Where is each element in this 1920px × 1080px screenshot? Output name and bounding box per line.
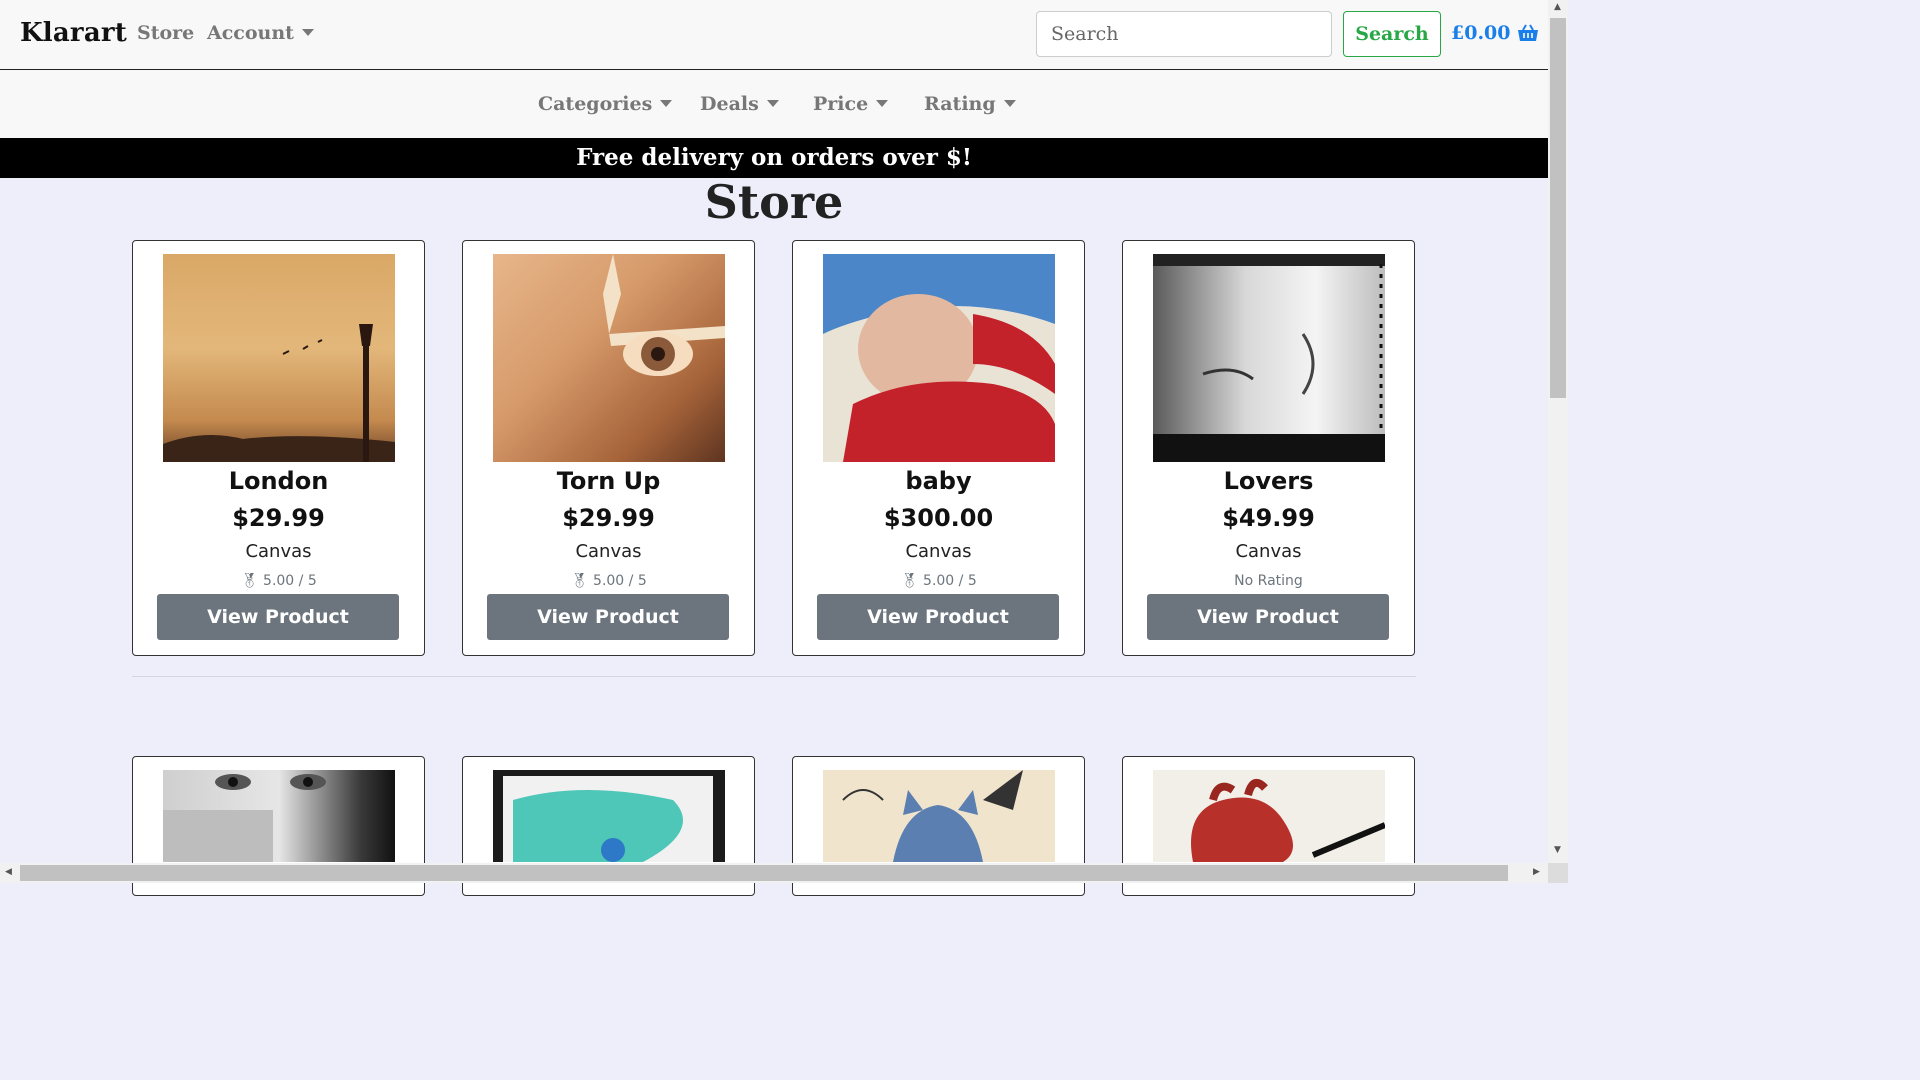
scroll-left-icon[interactable]: ◀ bbox=[5, 867, 12, 877]
rating-text: 5.00 / 5 bbox=[593, 573, 647, 589]
basket-icon bbox=[1517, 24, 1538, 41]
categories-dropdown[interactable]: Categories bbox=[538, 93, 673, 115]
product-card: Torn Up $29.99 Canvas 🥇︎ 5.00 / 5 View Pr… bbox=[462, 240, 755, 656]
cart-button[interactable]: £0.00 bbox=[1451, 22, 1539, 44]
search-input[interactable] bbox=[1036, 11, 1332, 57]
horizontal-scroll-thumb[interactable] bbox=[20, 865, 1508, 881]
product-name: baby bbox=[905, 467, 972, 495]
top-navbar: Klarart Store Account Search £0.00 bbox=[0, 0, 1548, 70]
vertical-scrollbar[interactable]: ▲ ▼ bbox=[1548, 0, 1568, 863]
row-divider bbox=[132, 676, 1416, 677]
caret-down-icon bbox=[766, 99, 779, 107]
vertical-scroll-thumb[interactable] bbox=[1550, 18, 1566, 398]
product-type: Canvas bbox=[1235, 541, 1302, 562]
product-image-baby[interactable] bbox=[823, 254, 1055, 462]
product-rating: 🥇︎ 5.00 / 5 bbox=[793, 573, 1084, 589]
caret-down-icon bbox=[1003, 99, 1016, 107]
nav-account-dropdown[interactable]: Account bbox=[207, 22, 314, 44]
view-product-button[interactable]: View Product bbox=[817, 594, 1059, 640]
medal-icon: 🥇︎ bbox=[900, 573, 919, 589]
filter-navbar: Categories Deals Price Rating bbox=[0, 70, 1548, 138]
view-product-button[interactable]: View Product bbox=[1147, 594, 1389, 640]
product-price: $49.99 bbox=[1222, 504, 1315, 532]
categories-label: Categories bbox=[538, 93, 653, 115]
product-image[interactable] bbox=[163, 770, 395, 862]
product-price: $29.99 bbox=[232, 504, 325, 532]
product-rating: 🥇︎ 5.00 / 5 bbox=[463, 573, 754, 589]
product-price: $300.00 bbox=[883, 504, 994, 532]
rating-dropdown[interactable]: Rating bbox=[924, 93, 1016, 115]
product-image[interactable] bbox=[1153, 770, 1385, 862]
brand-logo[interactable]: Klarart bbox=[20, 18, 127, 48]
caret-down-icon bbox=[876, 99, 889, 107]
product-image[interactable] bbox=[823, 770, 1055, 862]
product-image[interactable] bbox=[493, 770, 725, 862]
scroll-right-icon[interactable]: ▶ bbox=[1533, 867, 1540, 877]
product-image-torn-up[interactable] bbox=[493, 254, 725, 462]
product-name: Torn Up bbox=[556, 467, 661, 495]
rating-label: Rating bbox=[924, 93, 996, 115]
caret-down-icon bbox=[301, 28, 314, 36]
rating-text: 5.00 / 5 bbox=[923, 573, 977, 589]
nav-account-label: Account bbox=[207, 22, 294, 44]
product-card: London $29.99 Canvas 🥇︎ 5.00 / 5 View Pro… bbox=[132, 240, 425, 656]
cart-total: £0.00 bbox=[1451, 22, 1511, 44]
deals-label: Deals bbox=[700, 93, 759, 115]
product-rating: 🥇︎ 5.00 / 5 bbox=[133, 573, 424, 589]
price-label: Price bbox=[813, 93, 869, 115]
rating-text: No Rating bbox=[1234, 573, 1303, 589]
caret-down-icon bbox=[660, 99, 673, 107]
scroll-up-icon[interactable]: ▲ bbox=[1554, 2, 1561, 12]
price-dropdown[interactable]: Price bbox=[813, 93, 889, 115]
product-price: $29.99 bbox=[562, 504, 655, 532]
product-image-lovers[interactable] bbox=[1153, 254, 1385, 462]
product-name: London bbox=[228, 467, 329, 495]
product-card: baby $300.00 Canvas 🥇︎ 5.00 / 5 View Prod… bbox=[792, 240, 1085, 656]
rating-text: 5.00 / 5 bbox=[263, 573, 317, 589]
product-type: Canvas bbox=[575, 541, 642, 562]
product-card: Lovers $49.99 Canvas No Rating View Prod… bbox=[1122, 240, 1415, 656]
search-button[interactable]: Search bbox=[1343, 11, 1441, 57]
promo-banner: Free delivery on orders over $! bbox=[0, 138, 1548, 178]
scroll-down-icon[interactable]: ▼ bbox=[1554, 845, 1561, 855]
horizontal-scrollbar[interactable]: ◀ ▶ bbox=[0, 863, 1548, 883]
view-product-button[interactable]: View Product bbox=[157, 594, 399, 640]
product-name: Lovers bbox=[1223, 467, 1314, 495]
product-rating: No Rating bbox=[1123, 573, 1414, 589]
product-type: Canvas bbox=[905, 541, 972, 562]
product-type: Canvas bbox=[245, 541, 312, 562]
medal-icon: 🥇︎ bbox=[240, 573, 259, 589]
nav-store-link[interactable]: Store bbox=[137, 22, 194, 44]
scrollbar-corner bbox=[1548, 863, 1568, 883]
product-image-london[interactable] bbox=[163, 254, 395, 462]
deals-dropdown[interactable]: Deals bbox=[700, 93, 779, 115]
view-product-button[interactable]: View Product bbox=[487, 594, 729, 640]
page-title: Store bbox=[704, 175, 844, 229]
medal-icon: 🥇︎ bbox=[570, 573, 589, 589]
